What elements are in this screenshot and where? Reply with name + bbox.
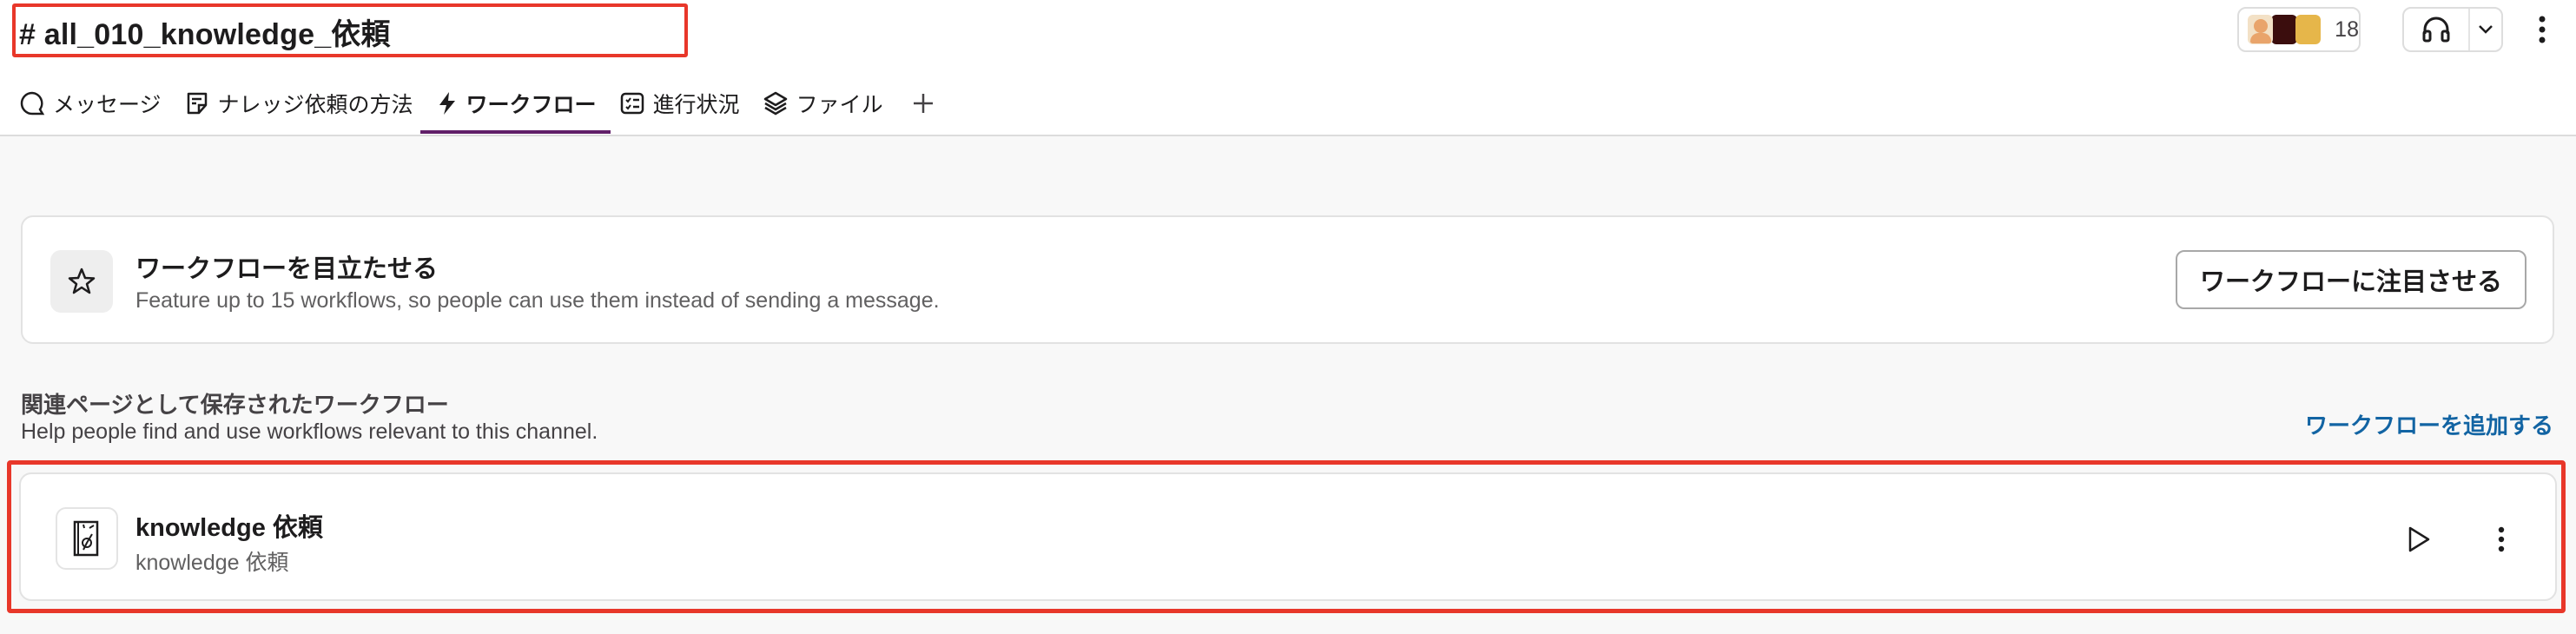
feature-workflow-button[interactable]: ワークフローに注目させる — [2175, 250, 2526, 309]
tab-canvas[interactable]: ナレッジ依頼の方法 — [184, 83, 413, 123]
saved-workflows-heading: 関連ページとして保存されたワークフロー — [21, 392, 449, 418]
plus-icon — [913, 94, 933, 113]
vertical-ellipsis-icon — [2539, 16, 2546, 43]
channel-tabs: メッセージ ナレッジ依頼の方法 ワークフロー 進行状況 ファイル — [19, 83, 958, 134]
star-icon — [50, 250, 113, 313]
tab-workflows[interactable]: ワークフロー — [419, 83, 611, 134]
add-workflow-link[interactable]: ワークフローを追加する — [2305, 408, 2553, 440]
avatar — [2271, 15, 2297, 44]
highlight-box-title — [12, 3, 688, 57]
huddle-options-button[interactable] — [2470, 24, 2501, 35]
member-count: 18 — [2335, 17, 2359, 42]
avatar — [2295, 15, 2322, 44]
members-button[interactable]: 18 — [2237, 7, 2361, 52]
feature-workflows-card: ワークフローを目立たせる Feature up to 15 workflows,… — [21, 215, 2554, 344]
highlight-box-workflow — [7, 460, 2566, 613]
tab-progress[interactable]: 進行状況 — [619, 83, 740, 123]
tab-label: メッセージ — [53, 93, 162, 117]
tab-label: 進行状況 — [652, 93, 740, 117]
saved-workflows-description: Help people find and use workflows relev… — [21, 419, 598, 444]
feature-title: ワークフローを目立たせる — [135, 255, 439, 283]
channel-more-button[interactable] — [2529, 10, 2555, 49]
layers-icon — [763, 90, 789, 116]
chat-bubble-icon — [19, 90, 45, 116]
tab-files[interactable]: ファイル — [763, 83, 883, 123]
tab-label: ナレッジ依頼の方法 — [217, 93, 413, 117]
tab-label: ファイル — [796, 93, 883, 117]
lightning-icon — [436, 90, 459, 116]
huddle-button[interactable] — [2404, 9, 2470, 50]
canvas-icon — [184, 90, 210, 116]
checklist-icon — [619, 90, 645, 116]
headphones-icon — [2422, 17, 2450, 43]
add-tab-button[interactable] — [911, 83, 935, 123]
avatar — [2248, 15, 2274, 44]
feature-description: Feature up to 15 workflows, so people ca… — [135, 288, 940, 313]
channel-header: # all_010_knowledge_依頼 18 メッセージ ナレッジ依頼の方… — [0, 0, 2576, 136]
tab-messages[interactable]: メッセージ — [19, 83, 162, 123]
huddle-button-group — [2402, 7, 2503, 52]
chevron-down-icon — [2479, 25, 2493, 34]
tab-label: ワークフロー — [466, 93, 597, 117]
